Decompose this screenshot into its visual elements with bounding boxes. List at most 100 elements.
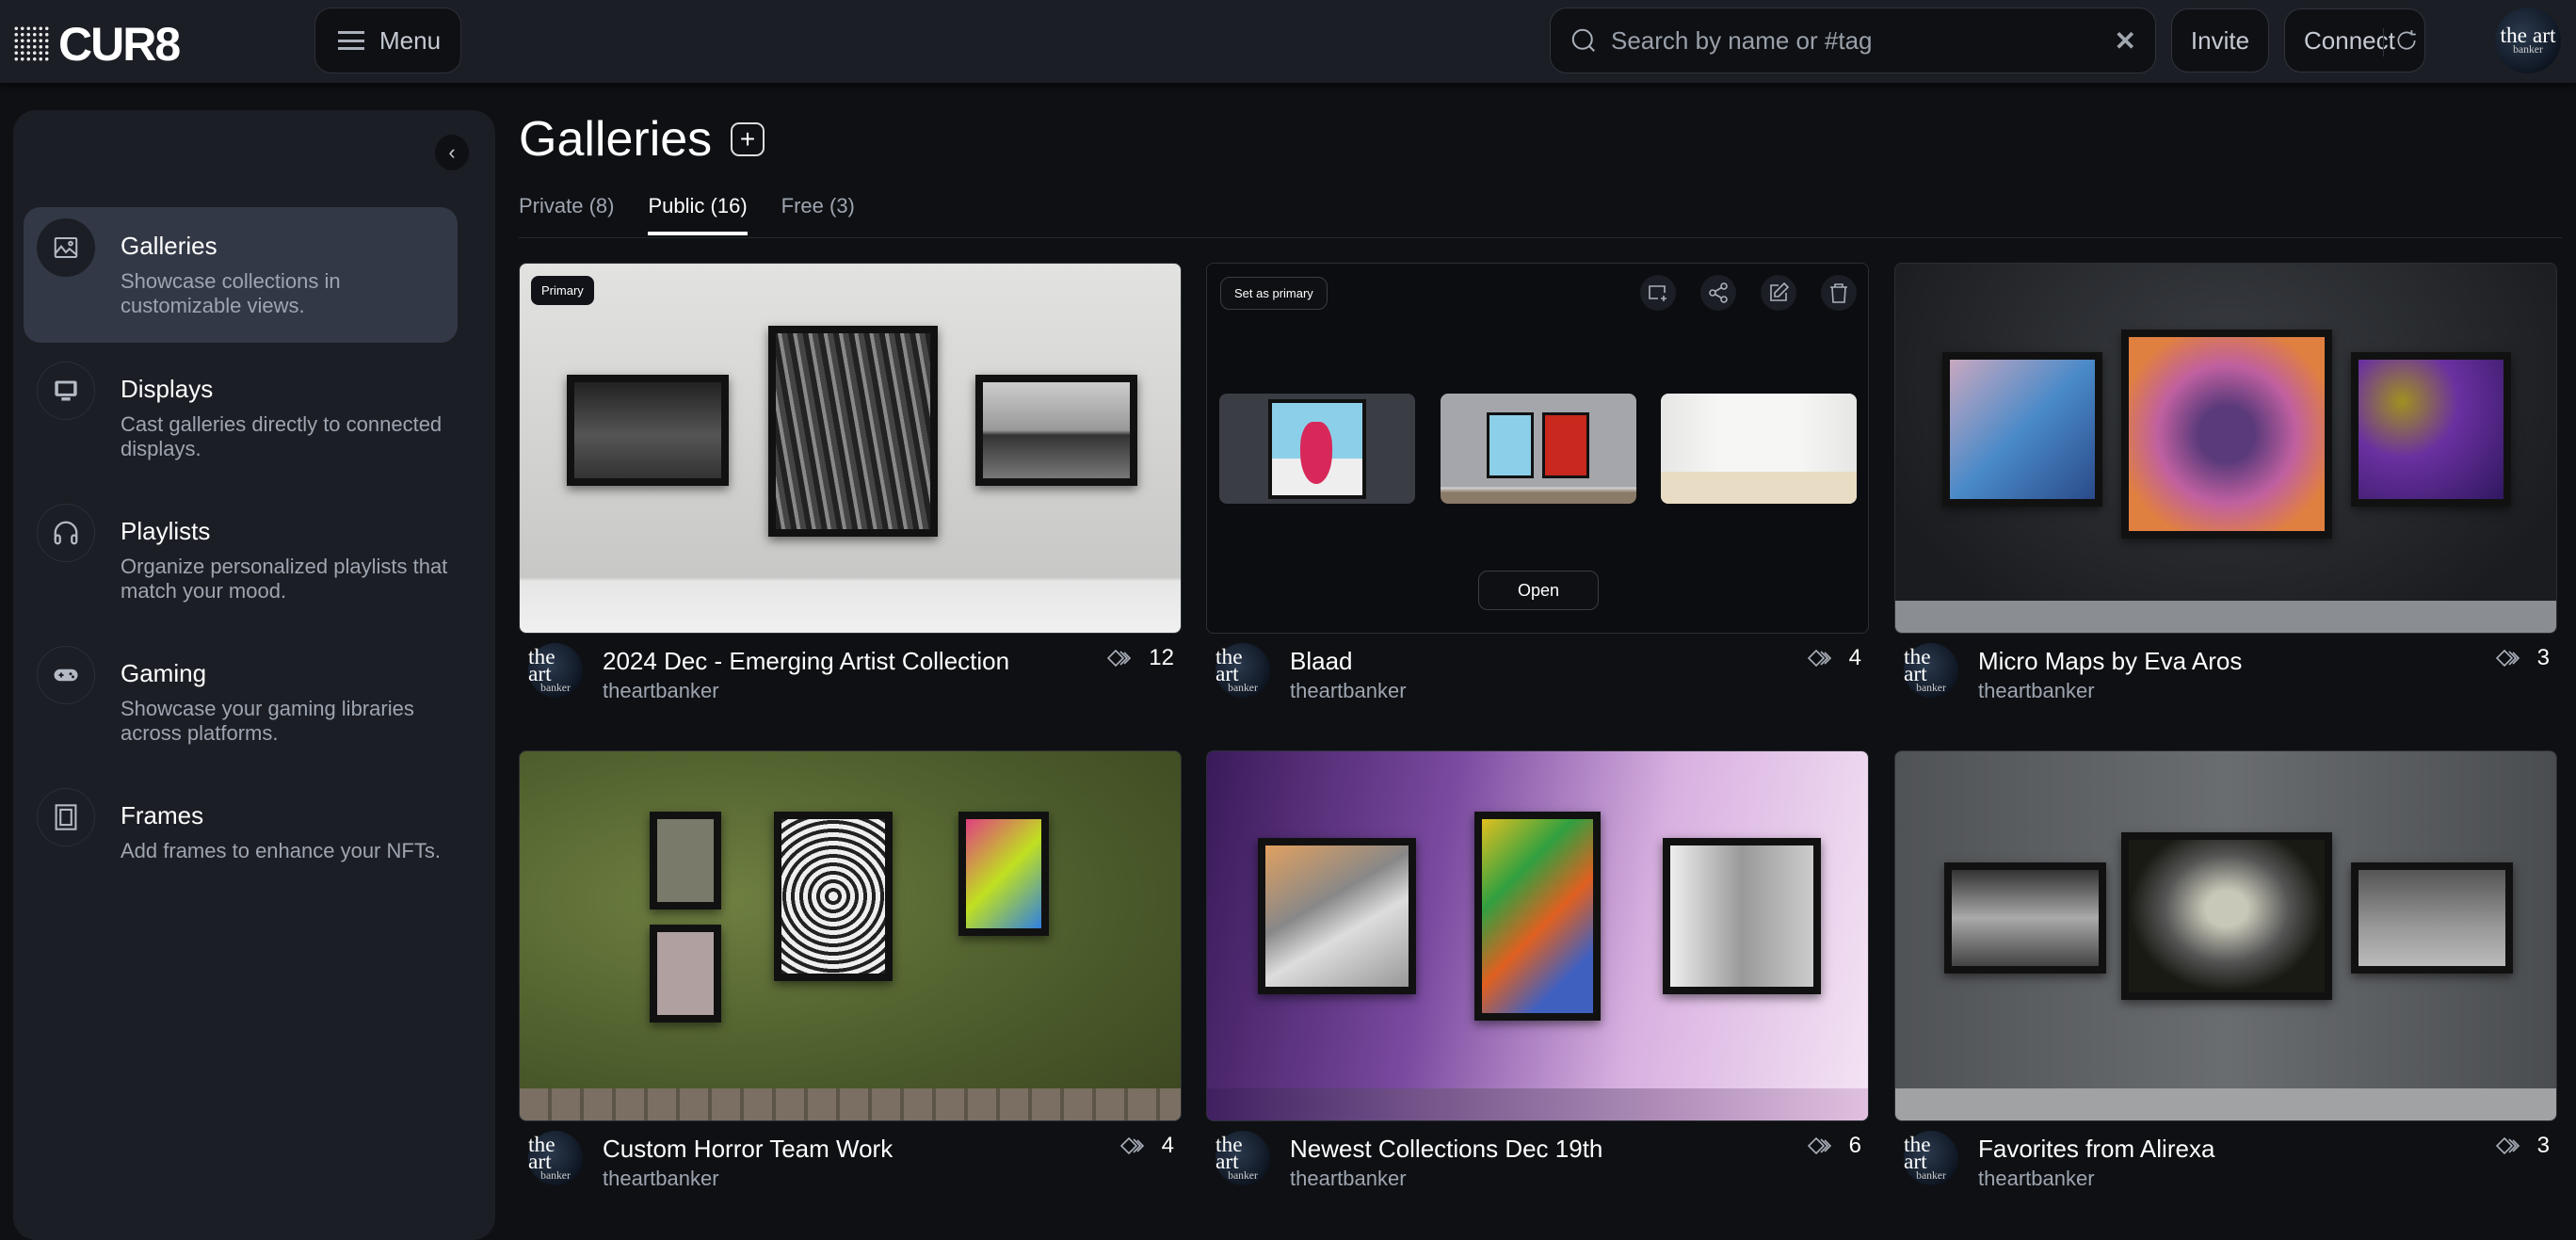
cast-icon[interactable] [1640, 275, 1676, 311]
nav-desc: Showcase collections in customizable vie… [121, 269, 341, 317]
image-icon [37, 218, 95, 277]
gallery-card[interactable]: the art banker Favorites from Alirexa the… [1894, 750, 2557, 1197]
card-author[interactable]: theartbanker [1290, 679, 1407, 703]
gallery-card[interactable]: the art banker Newest Collections Dec 19t… [1206, 750, 1869, 1197]
scene-thumbnail[interactable] [1661, 394, 1857, 504]
scene-thumbnail[interactable] [1441, 394, 1636, 504]
card-info: the art banker Micro Maps by Eva Aros the… [1894, 634, 2557, 709]
count-value: 3 [2536, 1133, 2550, 1158]
gallery-card[interactable]: the art banker Custom Horror Team Work th… [519, 750, 1182, 1197]
user-avatar[interactable]: the art banker [2495, 8, 2561, 73]
invite-button[interactable]: Invite [2171, 8, 2269, 72]
nav-desc: Add frames to enhance your NFTs. [121, 839, 441, 862]
item-count: 12 [1107, 645, 1174, 671]
gallery-card[interactable]: Primary the art banker 2024 Dec - Emergin… [519, 263, 1182, 709]
card-title[interactable]: Blaad [1290, 647, 1353, 676]
search-bar: ✕ [1550, 8, 2156, 73]
card-author[interactable]: theartbanker [603, 1167, 719, 1191]
logo[interactable]: CUR8 [13, 17, 181, 72]
owner-avatar: the art banker [1904, 1131, 1958, 1185]
refresh-icon[interactable] [2394, 28, 2419, 53]
artwork-frame [650, 812, 721, 910]
delete-icon[interactable] [1821, 275, 1857, 311]
nav-title: Playlists [121, 517, 211, 545]
gallery-preview[interactable] [1894, 750, 2557, 1121]
card-title[interactable]: Custom Horror Team Work [603, 1135, 893, 1164]
card-author[interactable]: theartbanker [1978, 1167, 2095, 1191]
monitor-icon [37, 362, 95, 420]
gallery-card[interactable]: Set as primary Open the art banker Blaad … [1206, 263, 1869, 709]
set-as-primary-button[interactable]: Set as primary [1220, 277, 1328, 310]
card-info: the art banker 2024 Dec - Emerging Artist… [519, 634, 1182, 709]
invite-label: Invite [2190, 25, 2250, 55]
avatar-text: banker [1916, 1169, 1946, 1183]
primary-badge: Primary [531, 276, 594, 305]
scene-thumbnail[interactable] [1219, 394, 1415, 504]
menu-label: Menu [379, 25, 442, 55]
item-count: 4 [1119, 1133, 1174, 1159]
logo-text: CUR8 [58, 18, 181, 71]
artwork-frame [768, 326, 938, 537]
add-gallery-button[interactable]: + [731, 122, 765, 156]
artwork-frame [2121, 832, 2332, 1000]
avatar-text: banker [540, 1169, 571, 1183]
sidebar-item-gaming[interactable]: Gaming Showcase your gaming libraries ac… [24, 635, 458, 770]
avatar-text: the art [528, 644, 555, 687]
tab-free[interactable]: Free (3) [781, 194, 855, 235]
share-icon[interactable] [1700, 275, 1736, 311]
search-icon [1571, 28, 1595, 52]
card-author[interactable]: theartbanker [1978, 679, 2095, 703]
sidebar-item-displays[interactable]: Displays Cast galleries directly to conn… [24, 350, 458, 486]
card-title[interactable]: Newest Collections Dec 19th [1290, 1135, 1602, 1164]
owner-avatar: the art banker [1904, 643, 1958, 698]
tab-private[interactable]: Private (8) [519, 194, 614, 235]
count-value: 3 [2536, 645, 2550, 670]
avatar-text: the art [1216, 644, 1243, 687]
card-title[interactable]: 2024 Dec - Emerging Artist Collection [603, 647, 1009, 676]
count-value: 4 [1848, 645, 1861, 670]
gallery-preview[interactable]: Primary [519, 263, 1182, 634]
layers-icon [1107, 650, 1132, 667]
count-value: 4 [1161, 1133, 1174, 1158]
sidebar-item-frames[interactable]: Frames Add frames to enhance your NFTs. [24, 777, 458, 912]
avatar-text: banker [1916, 682, 1946, 695]
card-author[interactable]: theartbanker [603, 679, 719, 703]
open-button[interactable]: Open [1478, 571, 1599, 610]
card-info: the art banker Custom Horror Team Work th… [519, 1121, 1182, 1197]
card-title[interactable]: Favorites from Alirexa [1978, 1135, 2214, 1164]
logo-dots-icon [13, 25, 51, 63]
item-count: 6 [1807, 1133, 1861, 1159]
nav-desc: Cast galleries directly to connected dis… [121, 412, 443, 460]
collapse-sidebar-button[interactable]: ‹ [435, 135, 469, 170]
avatar-text: banker [1228, 682, 1258, 695]
nav-title: Frames [121, 801, 204, 829]
avatar-text: banker [2513, 42, 2543, 56]
hamburger-icon [338, 31, 364, 50]
connect-button[interactable]: Connect [2304, 26, 2395, 56]
sidebar-item-playlists[interactable]: Playlists Organize personalized playlist… [24, 492, 458, 628]
gallery-card[interactable]: the art banker Micro Maps by Eva Aros the… [1894, 263, 2557, 709]
page-title: Galleries [519, 112, 713, 167]
connect-group: Connect [2284, 8, 2425, 72]
artwork-frame [2121, 330, 2332, 539]
card-info: the art banker Newest Collections Dec 19t… [1206, 1121, 1869, 1197]
gallery-preview[interactable] [1894, 263, 2557, 634]
gallery-preview[interactable]: Set as primary Open [1206, 263, 1869, 634]
artwork-frame [2351, 352, 2511, 507]
card-info: the art banker Blaad theartbanker 4 [1206, 634, 1869, 709]
clear-search-icon[interactable]: ✕ [2115, 25, 2136, 56]
sidebar-item-galleries[interactable]: Galleries Showcase collections in custom… [24, 207, 458, 343]
artwork-frame [650, 925, 721, 1023]
item-count: 3 [2495, 645, 2550, 671]
edit-icon[interactable] [1761, 275, 1796, 311]
menu-button[interactable]: Menu [314, 8, 461, 73]
search-input[interactable] [1611, 25, 2115, 56]
gallery-preview[interactable] [1206, 750, 1869, 1121]
card-title[interactable]: Micro Maps by Eva Aros [1978, 647, 2242, 676]
item-count: 3 [2495, 1133, 2550, 1159]
card-author[interactable]: theartbanker [1290, 1167, 1407, 1191]
artwork-frame [774, 812, 893, 981]
gallery-preview[interactable] [519, 750, 1182, 1121]
tab-public[interactable]: Public (16) [648, 194, 748, 235]
artwork-frame [1258, 838, 1416, 994]
